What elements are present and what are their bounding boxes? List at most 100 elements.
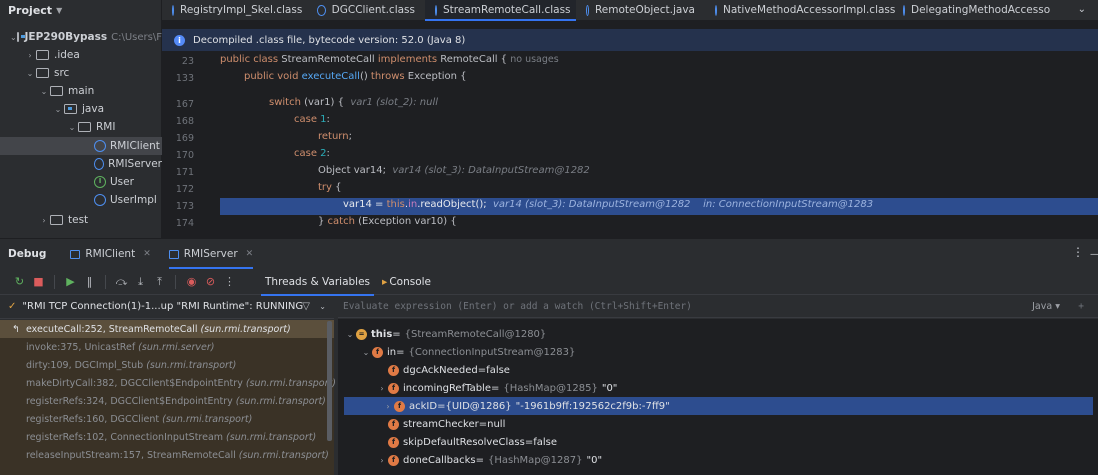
variable-row[interactable]: f streamChecker = null — [338, 415, 1098, 433]
code-line[interactable]: 169 return; — [162, 130, 1098, 147]
tree-item-main[interactable]: ⌄ main — [0, 82, 162, 100]
editor-tab[interactable]: RegistryImpl_Skel.class — [162, 0, 307, 20]
frame-package: (sun.rmi.transport) — [226, 431, 317, 443]
frame-row[interactable]: releaseInputStream:157, StreamRemoteCall… — [0, 446, 334, 464]
code-line[interactable]: 174} catch (Exception var10) { — [162, 215, 1098, 232]
code-line[interactable]: 133 public void executeCall() throws Exce… — [162, 70, 1098, 87]
evaluate-expression-input[interactable]: Evaluate expression (Enter) or add a wat… — [338, 296, 1098, 318]
frame-row[interactable]: registerRefs:324, DGCClient$EndpointEntr… — [0, 392, 334, 410]
variable-row[interactable]: f skipDefaultResolveClass = false — [338, 433, 1098, 451]
chevron-right-icon[interactable]: › — [382, 402, 394, 411]
minimize-icon[interactable]: — — [1090, 249, 1098, 260]
tree-item-rmiclient[interactable]: RMIClient — [0, 137, 162, 155]
project-header[interactable]: Project ▼ — [0, 0, 161, 21]
resume-icon[interactable]: ▶ — [61, 275, 80, 288]
frame-package: (sun.rmi.transport) — [146, 359, 237, 371]
inline-value-hint: var14 (slot_3): DataInputStream@1282 — [392, 165, 590, 176]
editor-tab[interactable]: DelegatingMethodAccesso — [893, 0, 1053, 20]
field-icon: f — [388, 418, 399, 430]
variable-type: {HashMap@1285} — [503, 382, 598, 394]
chevron-down-icon[interactable]: ⌄ — [52, 105, 64, 114]
folder-icon — [50, 86, 63, 96]
editor-tab[interactable]: DGCClient.class — [307, 0, 425, 20]
current-execution-line[interactable]: 173 var14 = this.in.readObject(); var14 (… — [176, 198, 1098, 215]
editor-tab[interactable]: NativeMethodAccessorImpl.class — [705, 0, 895, 20]
chevron-down-icon[interactable]: ⌄ — [24, 69, 36, 78]
variable-row-selected[interactable]: › f ackID = {UID@1286} "-1961b9ff:192562c2f… — [344, 397, 1093, 415]
class-file-icon — [586, 4, 589, 16]
code-line[interactable]: 172 try { — [162, 181, 1098, 198]
tab-label: RegistryImpl_Skel.class — [180, 4, 303, 16]
chevron-right-icon[interactable]: › — [24, 51, 36, 60]
tabs-dropdown-icon[interactable]: ⌄ — [1078, 4, 1086, 15]
step-into-icon[interactable]: ⤓ — [131, 275, 150, 289]
variable-row[interactable]: ⌄ = this = {StreamRemoteCall@1280} — [338, 325, 1098, 343]
frames-list: ↰ executeCall:252, StreamRemoteCall (sun.r… — [0, 320, 336, 475]
tree-item-test[interactable]: › test — [0, 211, 162, 229]
debug-tab-rmiserver[interactable]: RMIServer ✕ — [168, 239, 254, 269]
tree-item-src[interactable]: ⌄ src — [0, 64, 162, 82]
stop-icon[interactable]: ■ — [29, 275, 48, 288]
chevron-right-icon[interactable]: › — [376, 384, 388, 393]
chevron-down-icon[interactable]: ⌄ — [38, 87, 50, 96]
tree-path-hint: C:\Users\F — [111, 31, 162, 43]
tree-item-idea[interactable]: › .idea — [0, 46, 162, 64]
tree-item-user[interactable]: I User — [0, 173, 162, 191]
code-editor[interactable]: 23 public class StreamRemoteCall implemen… — [162, 53, 1098, 238]
variable-row[interactable]: f dgcAckNeeded = false — [338, 361, 1098, 379]
view-breakpoints-icon[interactable]: ◉ — [182, 275, 201, 288]
code-line[interactable]: 170 case 2: — [162, 147, 1098, 164]
step-out-icon[interactable]: ⤒ — [150, 275, 169, 289]
variable-row[interactable]: ⌄ f in = {ConnectionInputStream@1283} — [338, 343, 1098, 361]
more-options-icon[interactable]: ⋮ — [1072, 245, 1084, 259]
code-line[interactable]: 167 switch (var1) { var1 (slot_2): null — [162, 96, 1098, 113]
thread-selector[interactable]: ✓ "RMI TCP Connection(1)-1...up "RMI Runt… — [0, 295, 334, 319]
code-line[interactable]: 171 Object var14; var14 (slot_3): DataInp… — [162, 164, 1098, 181]
tree-item-rmiserver[interactable]: RMIServer — [0, 155, 162, 173]
tree-item-rmi[interactable]: ⌄ RMI — [0, 118, 162, 136]
variable-row[interactable]: › f incomingRefTable = {HashMap@1285} "0" — [338, 379, 1098, 397]
code-line[interactable]: 23 public class StreamRemoteCall implemen… — [162, 53, 1098, 70]
frames-scrollbar[interactable] — [327, 321, 332, 441]
code-token: in — [408, 199, 418, 210]
debug-tab-rmiclient[interactable]: RMIClient ✕ — [70, 239, 151, 269]
frame-row[interactable]: registerRefs:102, ConnectionInputStream(… — [0, 428, 334, 446]
frame-row[interactable]: invoke:375, UnicastRef (sun.rmi.server) — [0, 338, 334, 356]
tab-console[interactable]: ▸ Console — [378, 269, 435, 295]
add-watch-icon[interactable]: + — [1078, 301, 1084, 312]
tab-threads-variables[interactable]: Threads & Variables — [261, 269, 375, 296]
tab-label: DGCClient.class — [331, 4, 415, 16]
chevron-right-icon[interactable]: › — [38, 216, 50, 225]
chevron-down-icon[interactable]: ⌄ — [344, 330, 356, 339]
chevron-down-icon[interactable]: ⌄ — [319, 302, 326, 311]
filter-icon[interactable]: ▽ — [302, 301, 310, 312]
step-over-icon[interactable]: ⤼ — [112, 275, 131, 289]
frame-row[interactable]: dirty:109, DGCImpl_Stub (sun.rmi.transpor… — [0, 356, 334, 374]
code-line[interactable]: 168 case 1: — [162, 113, 1098, 130]
frame-row[interactable]: registerRefs:160, DGCClient (sun.rmi.tran… — [0, 410, 334, 428]
chevron-down-icon[interactable]: ⌄ — [66, 123, 78, 132]
code-token: return — [318, 131, 349, 142]
variable-value: false — [533, 436, 557, 448]
mute-breakpoints-icon[interactable]: ⊘ — [201, 275, 220, 288]
pause-icon[interactable]: ‖ — [80, 275, 99, 288]
tree-item-userimpl[interactable]: UserImpl — [0, 191, 162, 209]
close-icon[interactable]: ✕ — [143, 249, 151, 259]
frame-row[interactable]: makeDirtyCall:382, DGCClient$EndpointEnt… — [0, 374, 336, 392]
close-icon[interactable]: ✕ — [246, 249, 254, 259]
editor-tab-active[interactable]: StreamRemoteCall.class — [425, 0, 576, 21]
variable-type: {StreamRemoteCall@1280} — [404, 328, 547, 340]
tree-item-root[interactable]: ⌄ JEP290Bypass C:\Users\F — [0, 28, 162, 46]
rerun-icon[interactable]: ↻ — [10, 275, 29, 288]
chevron-right-icon[interactable]: › — [376, 456, 388, 465]
chevron-down-icon[interactable]: ⌄ — [10, 33, 17, 42]
chevron-down-icon[interactable]: ▼ — [56, 6, 62, 15]
more-options-icon[interactable]: ⋮ — [220, 275, 239, 288]
chevron-down-icon[interactable]: ⌄ — [360, 348, 372, 357]
tree-item-java[interactable]: ⌄ java — [0, 100, 162, 118]
editor-tab[interactable]: RemoteObject.java — [576, 0, 705, 20]
language-selector[interactable]: Java ▾ — [1032, 301, 1060, 312]
variable-row[interactable]: › f doneCallbacks = {HashMap@1287} "0" — [338, 451, 1098, 469]
frame-row-current[interactable]: ↰ executeCall:252, StreamRemoteCall (sun.r… — [0, 320, 334, 338]
variable-type: {ConnectionInputStream@1283} — [408, 346, 576, 358]
